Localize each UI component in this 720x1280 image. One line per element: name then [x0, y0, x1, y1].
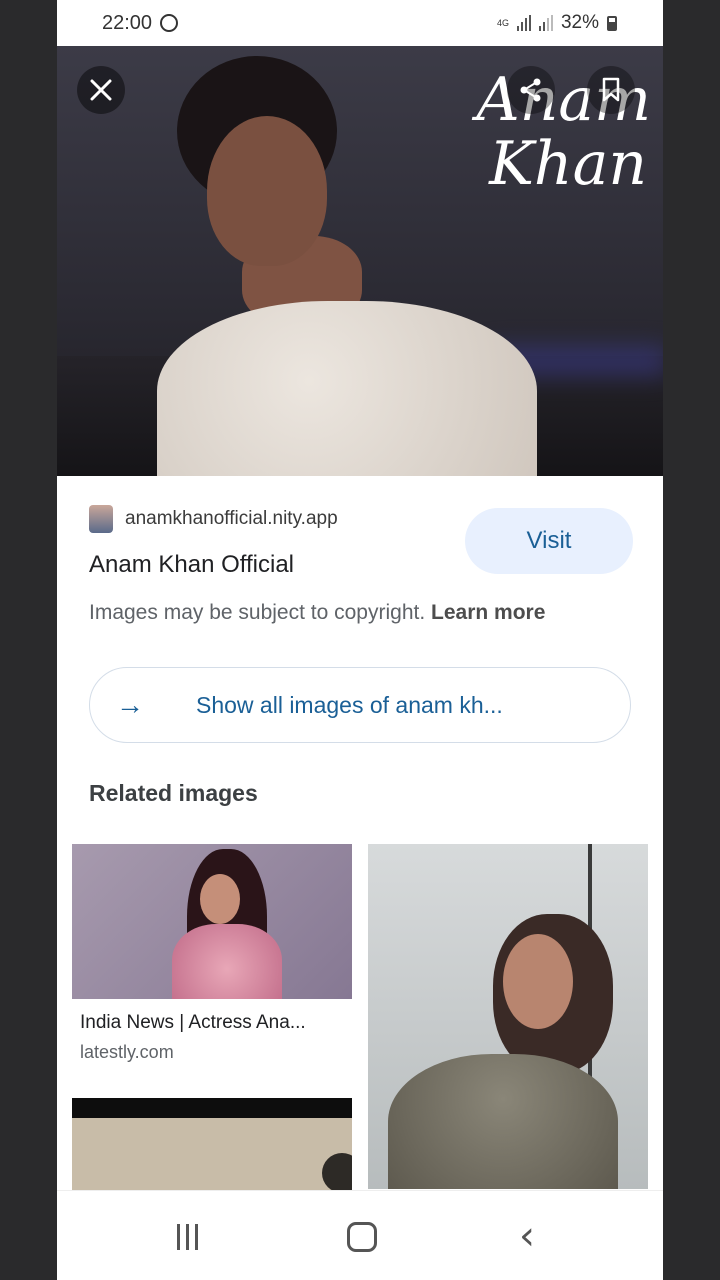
recent-apps-icon-bar [177, 1224, 180, 1250]
source-domain[interactable]: anamkhanofficial.nity.app [125, 508, 338, 530]
home-button[interactable] [347, 1222, 377, 1252]
bookmark-button[interactable] [587, 66, 635, 114]
arrow-right-icon: → [116, 689, 144, 720]
visit-button[interactable]: Visit [465, 508, 633, 574]
related-image-1-caption[interactable]: India News | Actress Ana... [80, 1012, 306, 1034]
signal-icon-secondary [538, 15, 553, 31]
tile1-figure-face [200, 874, 240, 924]
tile2-figure-face [503, 934, 573, 1029]
battery-icon [607, 15, 617, 31]
close-icon [90, 79, 112, 101]
related-image-2[interactable] [368, 844, 648, 1189]
tile3-blob [322, 1153, 352, 1193]
whatsapp-icon [160, 14, 179, 32]
related-images-heading: Related images [89, 780, 258, 806]
learn-more-link[interactable]: Learn more [431, 601, 545, 624]
related-image-1[interactable] [72, 844, 352, 999]
back-button[interactable]: ‹ [519, 1213, 535, 1259]
hero-figure-head [207, 116, 327, 266]
related-image-1-source: latestly.com [80, 1042, 174, 1062]
hero-figure-body [157, 301, 537, 476]
share-icon [520, 78, 541, 102]
close-button[interactable] [77, 66, 125, 114]
tile1-figure-body [172, 924, 282, 999]
bookmark-icon [602, 77, 620, 102]
related-image-3[interactable] [72, 1098, 352, 1193]
tile3-band [72, 1098, 352, 1118]
tile2-figure-body [388, 1054, 618, 1189]
battery-percent: 32% [560, 12, 599, 33]
site-favicon [89, 505, 113, 533]
copyright-text: Images may be subject to copyright. [89, 601, 426, 624]
network-type: 4G [496, 17, 509, 28]
recent-apps-icon-bar [195, 1224, 198, 1250]
recent-apps-button[interactable] [177, 1224, 198, 1250]
status-time: 22:00 [102, 11, 153, 34]
copyright-notice: Images may be subject to copyright. Lear… [89, 601, 545, 625]
phone-screen: 22:00 4G 32% Anam Khan anamkhanofficial.… [57, 0, 663, 1280]
source-title[interactable]: Anam Khan Official [89, 551, 294, 579]
recent-apps-icon-bar [186, 1224, 189, 1250]
share-button[interactable] [507, 66, 555, 114]
status-bar: 22:00 4G 32% [57, 0, 663, 46]
signal-icon [516, 15, 531, 31]
hero-title-line2: Khan [489, 129, 647, 199]
show-all-images-label: Show all images of anam kh... [196, 691, 503, 718]
preview-image[interactable]: Anam Khan [57, 46, 663, 476]
system-nav-bar: ‹ [57, 1190, 663, 1280]
source-row[interactable]: anamkhanofficial.nity.app [89, 505, 338, 533]
show-all-images-button[interactable]: → Show all images of anam kh... [89, 667, 631, 743]
